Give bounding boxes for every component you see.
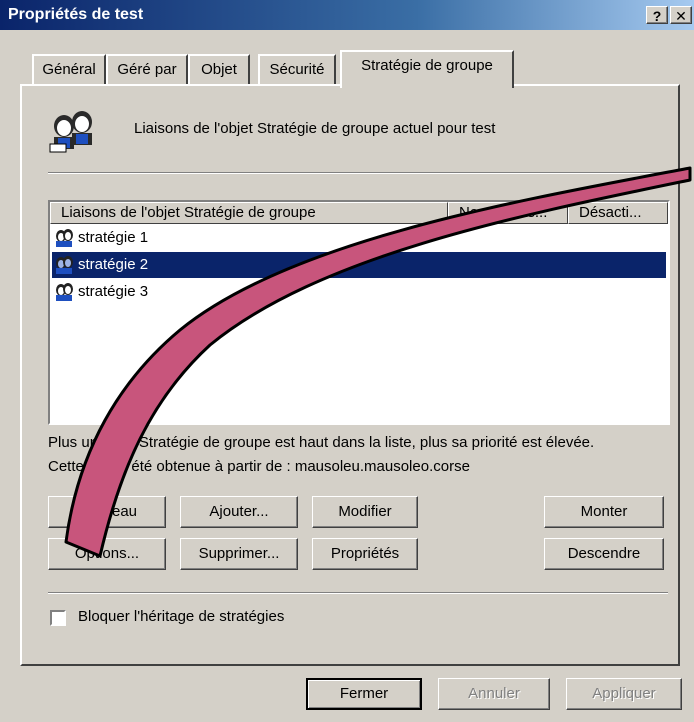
tab-label: Stratégie de groupe	[361, 57, 493, 74]
tab-general[interactable]: Général	[32, 54, 106, 84]
tab-gere-par[interactable]: Géré par	[106, 54, 188, 84]
add-button[interactable]: Ajouter...	[180, 496, 298, 528]
gpo-icon	[56, 256, 73, 274]
tab-label: Objet	[201, 61, 237, 78]
column-header-ne-pas-passer[interactable]: Ne pas pas...	[448, 202, 568, 224]
cancel-button[interactable]: Annuler	[438, 678, 550, 710]
group-policy-users-icon	[49, 111, 92, 153]
panel-description: Liaisons de l'objet Stratégie de groupe …	[134, 120, 496, 137]
screen: Propriétés de test ? ✕ Général Géré par …	[0, 0, 694, 722]
block-inheritance-checkbox[interactable]	[50, 610, 66, 626]
help-button[interactable]: ?	[646, 6, 668, 24]
title-bar[interactable]: Propriétés de test ? ✕	[0, 0, 694, 30]
list-item-label: stratégie 2	[78, 256, 149, 273]
new-button[interactable]: Nouveau	[48, 496, 166, 528]
apply-button[interactable]: Appliquer	[566, 678, 682, 710]
source-info-text: Cette liste a été obtenue à partir de : …	[48, 458, 470, 475]
move-up-button[interactable]: Monter	[544, 496, 664, 528]
tab-panel-strategie-de-groupe: Liaisons de l'objet Stratégie de groupe …	[20, 84, 680, 666]
separator	[48, 592, 668, 594]
tab-label: Géré par	[117, 61, 177, 78]
priority-info-text: Plus un objet Stratégie de groupe est ha…	[48, 434, 595, 451]
list-item-label: stratégie 3	[78, 283, 149, 300]
close-button[interactable]: ✕	[670, 6, 692, 24]
block-inheritance-label[interactable]: Bloquer l'héritage de stratégies	[78, 608, 284, 625]
tab-label: Sécurité	[269, 61, 325, 78]
list-item-strategie-2[interactable]: stratégie 2	[52, 252, 666, 278]
properties-button[interactable]: Propriétés	[312, 538, 418, 570]
tab-objet[interactable]: Objet	[188, 54, 250, 84]
tab-label: Général	[42, 61, 96, 78]
gpo-icon	[56, 229, 73, 247]
gpo-icon	[56, 283, 73, 301]
gpo-links-list[interactable]: Liaisons de l'objet Stratégie de groupe …	[48, 200, 670, 425]
move-down-button[interactable]: Descendre	[544, 538, 664, 570]
delete-button[interactable]: Supprimer...	[180, 538, 298, 570]
properties-dialog: Propriétés de test ? ✕ Général Géré par …	[0, 0, 694, 722]
tab-strategie-de-groupe[interactable]: Stratégie de groupe	[340, 50, 514, 88]
close-dialog-button[interactable]: Fermer	[306, 678, 422, 710]
list-item-label: stratégie 1	[78, 229, 149, 246]
column-header-desactive[interactable]: Désacti...	[568, 202, 668, 224]
window-title: Propriétés de test	[8, 6, 144, 23]
separator	[48, 172, 668, 174]
tab-securite[interactable]: Sécurité	[258, 54, 336, 84]
edit-button[interactable]: Modifier	[312, 496, 418, 528]
options-button[interactable]: Options...	[48, 538, 166, 570]
column-header-liaisons[interactable]: Liaisons de l'objet Stratégie de groupe	[50, 202, 448, 224]
